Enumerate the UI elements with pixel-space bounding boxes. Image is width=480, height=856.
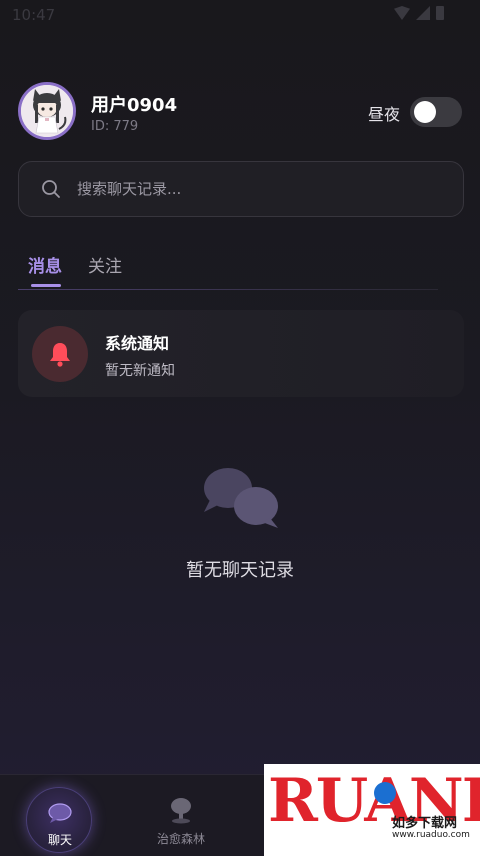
day-night-toggle[interactable]: [410, 97, 462, 127]
battery-icon: [436, 6, 444, 20]
bell-icon: [50, 343, 70, 367]
day-night-label: 昼夜: [367, 105, 400, 124]
username: 用户0904: [91, 95, 178, 116]
nav-item-chat[interactable]: 聊天: [26, 787, 92, 853]
tree-nav-icon: [171, 798, 191, 824]
empty-state-text: 暂无聊天记录: [186, 560, 294, 581]
search-input[interactable]: [77, 180, 463, 198]
toggle-knob: [414, 101, 436, 123]
status-bar: 10:47: [0, 0, 480, 32]
user-id: ID: 779: [91, 119, 139, 134]
nav-label-healing-forest: 治愈森林: [156, 832, 205, 846]
chat-bubbles-icon: [204, 468, 278, 528]
bell-badge: [32, 326, 88, 382]
tab-follow[interactable]: 关注: [88, 252, 122, 277]
search-icon: [41, 179, 61, 199]
search-bar[interactable]: [18, 161, 464, 217]
nav-label-chat: 聊天: [47, 833, 72, 847]
watermark-tagline: 如多下载网: [392, 816, 458, 831]
status-time: 10:47: [12, 6, 56, 24]
site-watermark: RUANDADO 如多下载网 www.ruaduo.com: [264, 764, 480, 856]
nav-item-healing-forest[interactable]: 治愈森林: [148, 787, 214, 853]
status-icons: [394, 6, 444, 20]
active-tab-indicator: [31, 284, 61, 287]
tab-bar: 消息 关注: [18, 246, 458, 290]
signal-icon: [416, 6, 430, 20]
avatar[interactable]: [18, 82, 76, 140]
watermark-url: www.ruaduo.com: [392, 830, 470, 840]
chat-nav-icon: [48, 803, 72, 823]
watermark-logo-icon: [374, 782, 396, 804]
notice-subtitle: 暂无新通知: [105, 363, 175, 379]
system-notice-item[interactable]: 系统通知 暂无新通知: [18, 310, 464, 397]
wifi-icon: [394, 6, 410, 20]
cat-girl-avatar-icon: [21, 85, 73, 137]
tab-messages[interactable]: 消息: [28, 252, 62, 277]
tabs-divider: [18, 289, 438, 290]
notice-title: 系统通知: [105, 334, 170, 353]
profile-header: 用户0904 ID: 779 昼夜: [18, 82, 462, 142]
